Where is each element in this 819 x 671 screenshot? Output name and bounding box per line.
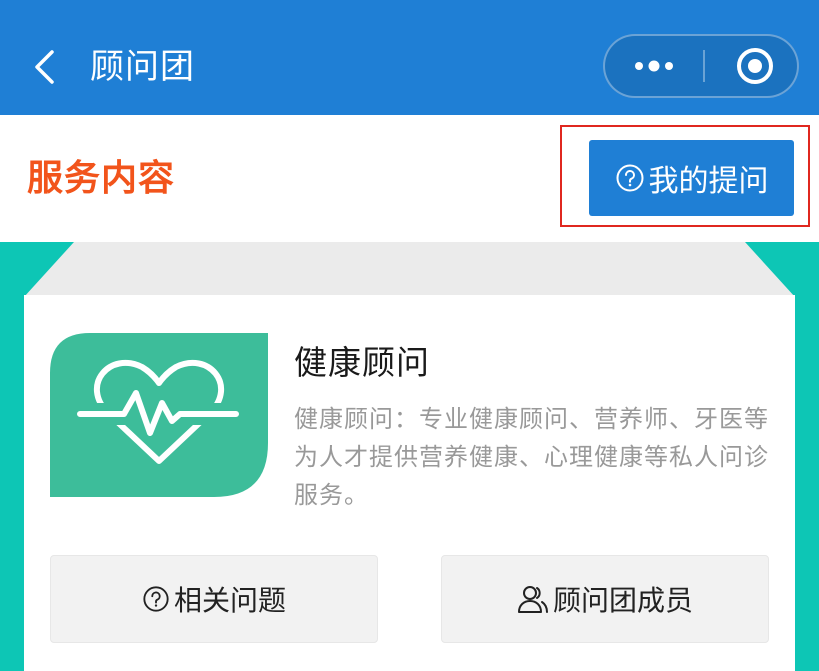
my-question-label: 我的提问 (648, 164, 769, 199)
chevron-left-icon (35, 50, 54, 84)
question-circle-icon (143, 586, 169, 612)
mini-program-capsule (603, 34, 799, 98)
related-questions-button[interactable]: 相关问题 (50, 555, 378, 643)
more-button[interactable] (605, 36, 703, 96)
service-image (50, 333, 268, 497)
question-circle-icon (616, 164, 643, 192)
advisor-members-button[interactable]: 顾问团成员 (441, 555, 769, 643)
page-title: 顾问团 (90, 47, 195, 87)
close-mini-program-button[interactable] (705, 36, 799, 96)
card-header-decoration (24, 242, 795, 297)
target-circle-icon (737, 48, 773, 84)
card-title: 健康顾问 (294, 343, 430, 382)
section-title: 服务内容 (27, 158, 176, 199)
my-question-button[interactable]: 我的提问 (589, 140, 794, 216)
users-icon (517, 586, 548, 613)
back-button[interactable] (22, 44, 68, 90)
page: 顾问团 服务内容 我的提问 健康顾问 健康顾问：专业健康顾问、营养师、牙医等为人… (0, 0, 819, 671)
top-navbar: 顾问团 (0, 0, 819, 115)
related-questions-label: 相关问题 (173, 584, 286, 617)
section-header: 服务内容 我的提问 (0, 115, 819, 242)
heart-pulse-icon (50, 333, 268, 497)
card-description: 健康顾问：专业健康顾问、营养师、牙医等为人才提供营养健康、心理健康等私人问诊服务… (294, 405, 769, 509)
more-dots-icon (635, 60, 673, 72)
advisor-members-label: 顾问团成员 (552, 584, 693, 617)
